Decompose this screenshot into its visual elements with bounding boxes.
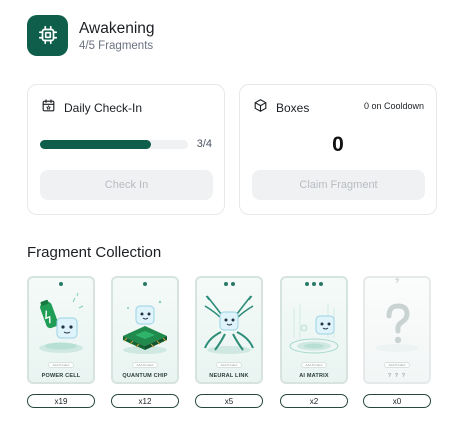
fragment-name: ? ? ? (387, 373, 407, 379)
fragment-tag: AAA Product (132, 362, 158, 368)
fragment-name: NEURAL LINK (209, 373, 249, 379)
fragment-power-cell[interactable]: AAA Product POWER CELL x19 (27, 276, 95, 408)
fragment-tag: AAA Product (216, 362, 242, 368)
fragment-card[interactable]: AAA Product QUANTUM CHIP (111, 276, 179, 384)
fragment-tag: AAA Product (384, 362, 410, 368)
check-in-button[interactable]: Check In (40, 170, 213, 200)
chip-icon (27, 14, 68, 56)
checkin-progress-text: 3/4 (196, 138, 212, 150)
boxes-title: Boxes (276, 101, 310, 115)
fragment-quantum-chip[interactable]: AAA Product QUANTUM CHIP x12 (111, 276, 179, 408)
fragment-card-locked[interactable]: ? AAA Product ? ? ? (363, 276, 431, 384)
cooldown-status: 0 on Cooldown (363, 101, 424, 111)
fragment-count-badge: x5 (195, 394, 263, 408)
power-cell-illustration (39, 292, 84, 353)
page-title: Awakening (79, 19, 155, 37)
checkin-progress-bar (40, 140, 188, 149)
header: Awakening 4/5 Fragments (27, 14, 155, 56)
fragment-count-badge: x12 (111, 394, 179, 408)
fragment-collection-title: Fragment Collection (27, 244, 162, 261)
fragment-name: AI MATRIX (299, 373, 329, 379)
boxes-count: 0 (332, 133, 344, 156)
locked-top-mark: ? (395, 279, 399, 285)
fragment-name: POWER CELL (41, 373, 81, 379)
rarity-dots (282, 282, 346, 286)
question-mark-icon (375, 303, 419, 352)
fragment-ai-matrix[interactable]: AAA Product AI MATRIX x2 (280, 276, 348, 408)
claim-fragment-button[interactable]: Claim Fragment (252, 170, 425, 200)
fragment-card[interactable]: AAA Product AI MATRIX (280, 276, 348, 384)
fragment-count-badge: x2 (280, 394, 348, 408)
fragment-tag: AAA Product (48, 362, 74, 368)
fragment-card[interactable]: AAA Product POWER CELL (27, 276, 95, 384)
daily-checkin-card: Daily Check-In 3/4 Check In (27, 84, 225, 215)
ai-matrix-illustration (289, 304, 339, 354)
fragment-tag: AAA Product (301, 362, 327, 368)
quantum-chip-illustration (123, 300, 167, 354)
fragment-name: QUANTUM CHIP (122, 373, 168, 379)
boxes-card: Boxes 0 on Cooldown 0 Claim Fragment (239, 84, 437, 215)
daily-checkin-title: Daily Check-In (64, 101, 143, 115)
neural-link-illustration (204, 295, 254, 354)
checkin-progress-fill (40, 140, 151, 149)
fragment-neural-link[interactable]: AAA Product NEURAL LINK x5 (195, 276, 263, 408)
fragment-card[interactable]: AAA Product NEURAL LINK (195, 276, 263, 384)
box-icon (253, 98, 268, 118)
rarity-dots (197, 282, 261, 286)
fragment-count-badge: x19 (27, 394, 95, 408)
fragment-progress-subtitle: 4/5 Fragments (79, 39, 154, 52)
fragment-count-badge: x0 (363, 394, 431, 408)
fragment-locked[interactable]: ? AAA Product ? ? ? x0 (363, 276, 431, 408)
rarity-dots (113, 282, 177, 286)
rarity-dots (29, 282, 93, 286)
calendar-icon (41, 98, 56, 118)
